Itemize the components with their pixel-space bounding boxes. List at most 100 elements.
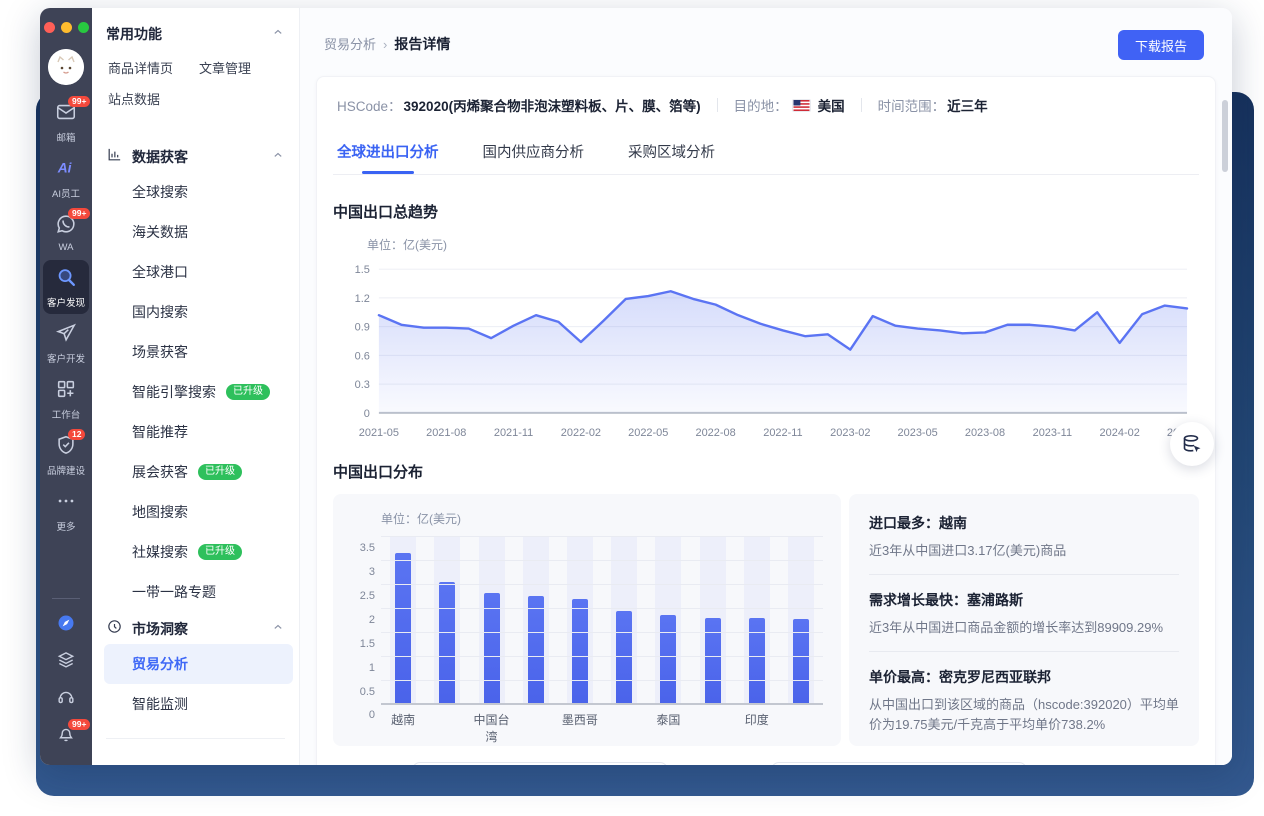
sidebar-item[interactable]: 展会获客 已升级 [104,452,293,492]
sidebar-item[interactable]: 智能推荐 [104,412,293,452]
dock-item-ai[interactable]: Ai AI员工 [43,151,89,205]
whatsapp-icon [55,215,77,239]
svg-text:2021-05: 2021-05 [359,427,399,439]
tab-全球进出口分析[interactable]: 全球进出口分析 [337,133,439,174]
svg-text:2023-08: 2023-08 [965,427,1005,439]
workbench-icon [55,380,77,404]
sidebar-item[interactable]: 智能引擎搜索 已升级 [104,372,293,412]
upgraded-badge: 已升级 [198,544,242,560]
maximize-button[interactable] [77,22,89,33]
dock-bottom-items: 99+ [46,607,91,755]
y-tick-label: 1 [368,662,375,675]
bar[interactable] [483,593,500,705]
sidebar-item-label: 展会获客 [132,464,188,480]
dock-item-apps[interactable] [46,644,86,681]
sidebar-item[interactable]: 海关数据 [104,212,293,252]
download-report-button[interactable]: 下载报告 [1117,30,1204,60]
dock-item-customer-discovery[interactable]: 客户发现 [43,260,89,314]
svg-text:1.5: 1.5 [355,264,370,276]
dock-item-support[interactable] [46,681,86,718]
quick-link[interactable]: 站点数据 [108,89,160,108]
dock-item-label: 工作台 [51,410,81,421]
dock-item-browser[interactable] [46,607,86,644]
user-avatar[interactable] [48,49,84,85]
y-tick-label: 1.5 [359,638,375,650]
time-range-label: 时间范围： [877,99,946,114]
bar[interactable] [616,611,633,705]
sidebar-item[interactable]: 全球港口 [104,252,293,292]
sidebar-item[interactable]: 全球搜索 [104,172,293,212]
x-tick-label: 墨西哥 [561,713,598,727]
sidebar-group-data-acquisition[interactable]: 数据获客 [106,146,285,168]
bar-chart[interactable]: 0 0.5 1 1.5 2 2.5 3 3.5 [360,536,823,721]
dock-item-mail[interactable]: 99+ 邮箱 [43,95,91,149]
y-tick-label: 2.5 [359,590,375,602]
svg-text:2022-11: 2022-11 [763,427,802,439]
svg-text:2023-11: 2023-11 [1033,427,1072,439]
section-title: 市场洞察 [132,621,188,637]
quick-link[interactable]: 文章管理 [199,58,251,77]
sidebar-section-common[interactable]: 常用功能 [106,24,285,44]
dock-item-whatsapp[interactable]: 99+ WA [43,207,91,258]
close-button[interactable] [43,22,55,33]
scrollbar[interactable] [1222,100,1228,172]
x-tick-label [602,711,646,745]
bar[interactable] [571,598,588,705]
sidebar-item-custom-nav[interactable]: 自定义导航栏 [106,753,285,765]
sidebar-item[interactable]: 国内搜索 [104,292,293,332]
x-tick-label: 印度 [744,713,769,727]
sidebar-item[interactable]: 智能监测 [104,684,293,724]
hscode-select[interactable]: 请选择 [771,762,1028,765]
destination-label: 目的地： [733,99,788,114]
dock-item-brand-building[interactable]: 12 品牌建设 [43,428,89,482]
sidebar-groups: 数据获客 全球搜索 海关数据 全球港口 国内搜索 场景获客 智能引擎搜索 已升级 智能推荐 展会获… [104,140,293,724]
quick-link[interactable]: 商品详情页 [108,58,173,77]
main-content: 贸易分析 › 报告详情 下载报告 HSCode： 392020(丙烯聚合物非泡沫塑料… [300,8,1232,765]
destination-select[interactable]: 请选择 [412,762,669,765]
tab-国内供应商分析[interactable]: 国内供应商分析 [483,133,585,174]
topbar: 贸易分析 › 报告详情 下载报告 [300,8,1232,68]
sidebar-item[interactable]: 贸易分析 [104,644,293,684]
bar[interactable] [395,552,412,705]
sidebar-item-label: 智能引擎搜索 [132,384,216,400]
sidebar-item-label: 全球搜索 [132,184,188,200]
sidebar-item[interactable]: 社媒搜索 已升级 [104,532,293,572]
breadcrumb-trade-analysis[interactable]: 贸易分析 [324,37,376,52]
sidebar-item[interactable]: 一带一路专题 [104,572,293,612]
distribution-row: 单位：亿(美元) 0 0.5 1 1.5 2 2.5 3 3.5 越南 中国台湾 墨西哥 泰国 印度 … [333,494,1199,746]
y-tick-label: 0 [368,709,375,721]
bar[interactable] [439,581,456,705]
dock-item-more[interactable]: 更多 [43,484,89,538]
sidebar-item[interactable]: 地图搜索 [104,492,293,532]
dock-item-label: 客户发现 [46,298,85,309]
section-title: 数据获客 [132,149,188,165]
insights-panel: 进口最多：越南 近3年从中国进口3.17亿(美元)商品 需求增长最快：塞浦路斯 近3年… [849,494,1199,746]
trend-chart-unit: 单位：亿(美元) [367,238,447,252]
data-assistant-floating-button[interactable] [1170,422,1214,466]
divider [860,98,862,112]
page-title: 报告详情 [394,36,451,52]
sidebar-item[interactable]: 场景获客 [104,332,293,372]
customer-development-icon [55,323,77,348]
dock-item-customer-development[interactable]: 客户开发 [43,316,89,370]
minimize-button[interactable] [60,22,72,33]
market-insight-icon [106,618,123,640]
grid-line: 1 [369,656,823,674]
dock-item-notifications[interactable]: 99+ [46,718,91,755]
tab-采购区域分析[interactable]: 采购区域分析 [628,133,715,174]
sidebar-group-market-insight[interactable]: 市场洞察 [106,618,285,640]
dock-item-workbench[interactable]: 工作台 [43,372,89,426]
destination-value: 美国 [817,99,845,114]
bar[interactable] [527,596,544,705]
trend-line-chart[interactable]: 0 0.3 0.6 0.9 1.2 1.5 2021-05 2021-08 2021-11 202… [333,255,1199,445]
time-range-value: 近三年 [947,99,988,114]
more-icon [55,499,77,516]
bar[interactable] [704,617,721,705]
insight-desc: 近3年从中国进口商品金额的增长率达到89909.29% [869,620,1164,636]
notification-badge: 12 [68,429,86,440]
sidebar-item-label: 社媒搜索 [132,544,188,560]
svg-text:Ai: Ai [57,161,73,176]
bar[interactable] [660,614,677,705]
grid-line: 0 [369,703,823,721]
grid-line: 2 [369,608,823,626]
